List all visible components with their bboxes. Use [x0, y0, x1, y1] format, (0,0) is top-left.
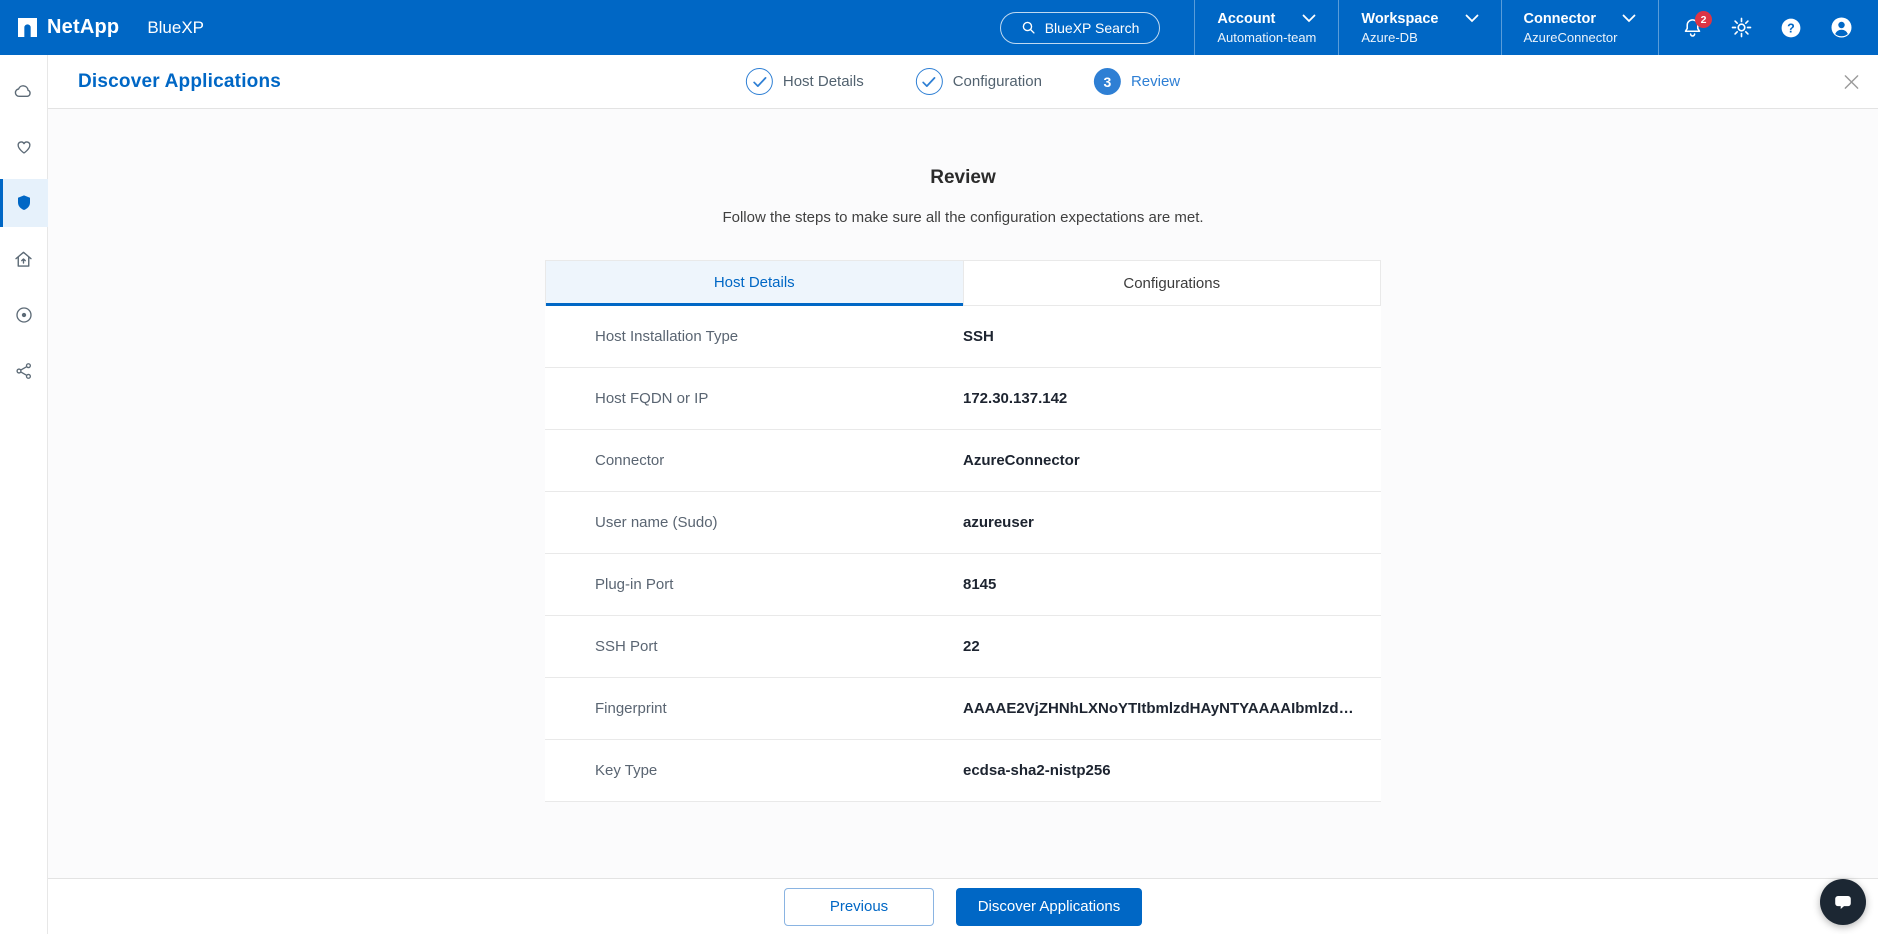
chat-bubble-icon: [1832, 891, 1854, 913]
row-label: Key Type: [545, 762, 963, 779]
review-panel: Host Details Configurations Host Install…: [545, 260, 1381, 802]
chevron-down-icon: [1302, 14, 1316, 23]
close-icon: [1843, 73, 1860, 90]
step-completed-check-icon: [746, 68, 773, 95]
step-number-badge: 3: [1094, 68, 1121, 95]
left-sidebar: [0, 55, 48, 934]
table-row: SSH Port 22: [545, 616, 1381, 678]
wizard-stepper: Host Details Configuration 3 Review: [746, 68, 1180, 95]
sidebar-item-sync[interactable]: [0, 347, 48, 395]
sidebar-item-protection[interactable]: [0, 179, 48, 227]
row-value: ecdsa-sha2-nistp256: [963, 762, 1381, 779]
user-avatar-icon: [1829, 15, 1854, 40]
review-step-content: Review Follow the steps to make sure all…: [48, 109, 1878, 878]
help-icon: ?: [1779, 16, 1803, 40]
top-navigation-bar: NetApp BlueXP BlueXP Search Account Auto…: [0, 0, 1878, 55]
sidebar-item-observability[interactable]: [0, 291, 48, 339]
table-row: Host Installation Type SSH: [545, 306, 1381, 368]
sidebar-item-health[interactable]: [0, 123, 48, 171]
review-subheading: Follow the steps to make sure all the co…: [48, 209, 1878, 226]
step-label: Configuration: [953, 73, 1042, 90]
account-menu[interactable]: Account Automation-team: [1194, 0, 1338, 55]
step-label: Host Details: [783, 73, 864, 90]
row-label: Host FQDN or IP: [545, 390, 963, 407]
workspace-menu-value: Azure-DB: [1361, 30, 1478, 45]
table-row: Plug-in Port 8145: [545, 554, 1381, 616]
settings-button[interactable]: [1730, 16, 1753, 39]
row-label: Connector: [545, 452, 963, 469]
discover-applications-button[interactable]: Discover Applications: [956, 888, 1142, 926]
user-account-button[interactable]: [1829, 15, 1854, 40]
row-value: SSH: [963, 328, 1381, 345]
search-button[interactable]: BlueXP Search: [1000, 12, 1161, 44]
notification-badge: 2: [1695, 11, 1712, 28]
row-label: Host Installation Type: [545, 328, 963, 345]
step-configuration[interactable]: Configuration: [916, 68, 1042, 95]
sidebar-item-cloud[interactable]: [0, 67, 48, 115]
notifications-button[interactable]: 2: [1681, 16, 1704, 39]
row-label: SSH Port: [545, 638, 963, 655]
tab-configurations[interactable]: Configurations: [963, 261, 1381, 306]
row-value: 22: [963, 638, 1381, 655]
header-menus: Account Automation-team Workspace Azure-…: [1194, 0, 1659, 55]
disc-icon: [14, 305, 34, 325]
svg-text:?: ?: [1787, 21, 1795, 35]
shield-icon: [14, 193, 34, 213]
table-row: Key Type ecdsa-sha2-nistp256: [545, 740, 1381, 802]
search-icon: [1021, 20, 1036, 35]
step-label: Review: [1131, 73, 1180, 90]
row-value: AAAAE2VjZHNhLXNoYTItbmlzdHAyNTYAAAAIbmlz…: [963, 700, 1381, 717]
gear-icon: [1730, 16, 1753, 39]
nodes-icon: [14, 361, 34, 381]
help-button[interactable]: ?: [1779, 16, 1803, 40]
chevron-down-icon: [1465, 14, 1479, 23]
workspace-menu[interactable]: Workspace Azure-DB: [1338, 0, 1500, 55]
row-value: 8145: [963, 576, 1381, 593]
search-button-label: BlueXP Search: [1045, 20, 1140, 36]
wizard-footer: Previous Discover Applications: [48, 878, 1878, 934]
chevron-down-icon: [1622, 14, 1636, 23]
step-review[interactable]: 3 Review: [1094, 68, 1180, 95]
review-tabs: Host Details Configurations: [545, 260, 1381, 306]
tab-host-details[interactable]: Host Details: [546, 261, 963, 306]
account-menu-value: Automation-team: [1217, 30, 1316, 45]
row-label: User name (Sudo): [545, 514, 963, 531]
step-host-details[interactable]: Host Details: [746, 68, 864, 95]
step-completed-check-icon: [916, 68, 943, 95]
table-row: Fingerprint AAAAE2VjZHNhLXNoYTItbmlzdHAy…: [545, 678, 1381, 740]
workspace-menu-label: Workspace: [1361, 11, 1438, 27]
header-icon-cluster: 2 ?: [1681, 15, 1862, 40]
brand-name: NetApp: [47, 16, 119, 39]
connector-menu-label: Connector: [1524, 11, 1597, 27]
netapp-logo-icon: [18, 18, 37, 37]
close-wizard-button[interactable]: [1843, 73, 1860, 90]
page-title: Discover Applications: [78, 71, 281, 93]
table-row: User name (Sudo) azureuser: [545, 492, 1381, 554]
account-menu-label: Account: [1217, 11, 1275, 27]
row-value: AzureConnector: [963, 452, 1381, 469]
row-label: Plug-in Port: [545, 576, 963, 593]
brand: NetApp BlueXP: [18, 16, 204, 39]
chat-launcher-button[interactable]: [1820, 879, 1866, 925]
previous-button[interactable]: Previous: [784, 888, 934, 926]
health-heart-icon: [14, 137, 34, 157]
connector-menu[interactable]: Connector AzureConnector: [1501, 0, 1660, 55]
product-name: BlueXP: [147, 18, 204, 38]
review-heading: Review: [48, 167, 1878, 189]
wizard-header: Discover Applications Host Details Confi…: [48, 55, 1878, 109]
connector-menu-value: AzureConnector: [1524, 30, 1637, 45]
row-value: azureuser: [963, 514, 1381, 531]
sidebar-item-mobility[interactable]: [0, 235, 48, 283]
review-table: Host Installation Type SSH Host FQDN or …: [545, 306, 1381, 802]
table-row: Connector AzureConnector: [545, 430, 1381, 492]
home-restore-icon: [13, 249, 34, 270]
row-label: Fingerprint: [545, 700, 963, 717]
cloud-icon: [13, 81, 34, 102]
row-value: 172.30.137.142: [963, 390, 1381, 407]
table-row: Host FQDN or IP 172.30.137.142: [545, 368, 1381, 430]
